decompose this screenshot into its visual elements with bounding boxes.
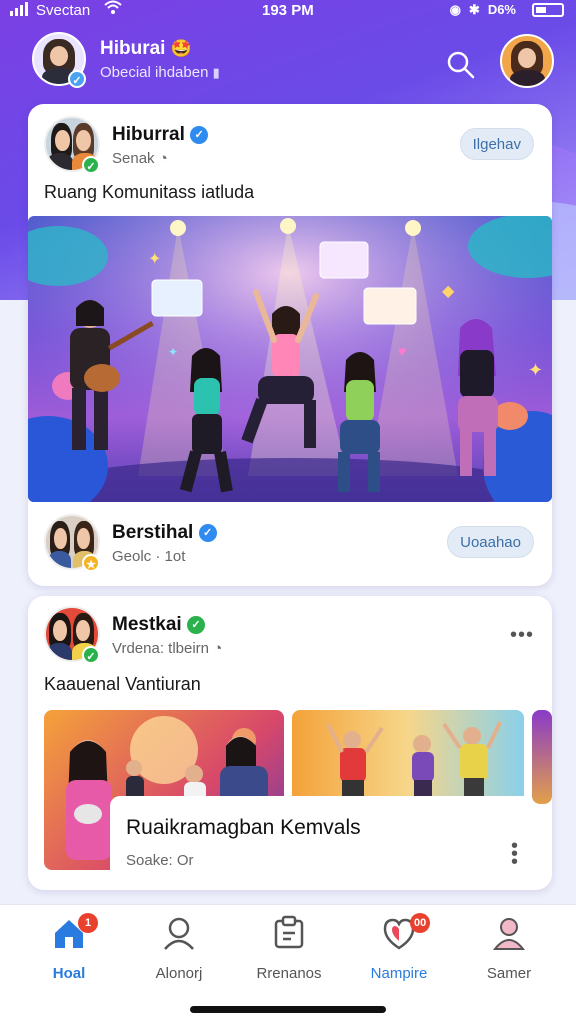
nav-nampire[interactable]: 00 Nampire [344, 913, 454, 985]
verified-icon: ✓ [198, 524, 217, 542]
author-name[interactable]: Hiburral ✓ [112, 124, 209, 146]
caption-box[interactable]: Ruaikramagban Kemvals Soake: Or • • • [110, 796, 530, 880]
search-button[interactable] [446, 50, 476, 80]
home-indicator[interactable] [190, 1006, 386, 1013]
svg-text:✦: ✦ [528, 360, 543, 380]
page-title: Hiburai 🤩 [100, 38, 192, 59]
post-card[interactable]: ✓ Mestkai ✓ Vrdena: tlbeirn ◔ ••• Kaauen… [28, 596, 552, 890]
post-header: ✓ Mestkai ✓ Vrdena: tlbeirn ◔ [44, 606, 534, 666]
bluetooth-icon: ✱ [468, 2, 480, 17]
post-meta: Geolc · 1ot [112, 548, 186, 565]
svg-text:♥: ♥ [398, 343, 406, 359]
nav-label: Rrenanos [256, 965, 322, 982]
svg-text:✦: ✦ [148, 251, 161, 268]
verified-icon: ✓ [82, 646, 100, 664]
svg-text:◆: ◆ [442, 283, 455, 300]
star-face-icon: 🤩 [170, 39, 192, 58]
profile-avatar-button[interactable] [500, 34, 554, 88]
nav-home[interactable]: 1 Hoal [14, 913, 124, 985]
notification-badge: 00 [410, 913, 431, 933]
caption-meta: Soake: Or [126, 852, 194, 869]
app-header: ✓ Hiburai 🤩 Obecial ihdaben ▮ [0, 30, 576, 96]
battery-icon [532, 3, 564, 17]
svg-text:✦: ✦ [168, 345, 178, 359]
nav-samer[interactable]: Samer [454, 915, 564, 985]
post-header: ✓ Hiburral ✓ Senak ◔ Ilgehav [44, 116, 534, 176]
post-meta: Senak ◔ [112, 150, 168, 167]
concert-dance-illustration: ✦ ✦ ◆ ♥ ✦ [28, 216, 552, 502]
status-icons: ◉ ✱ D6% [450, 2, 516, 18]
caption-title: Ruaikramagban Kemvals [126, 816, 361, 839]
verified-icon: ✓ [82, 156, 100, 174]
verified-icon: ✓ [68, 70, 86, 88]
nav-label: Nampire [370, 965, 428, 982]
nav-label: Hoal [52, 965, 86, 982]
nav-rrenanos[interactable]: Rrenanos [234, 915, 344, 985]
more-options-icon[interactable]: ••• [511, 836, 518, 872]
post-card[interactable]: ✓ Hiburral ✓ Senak ◔ Ilgehav Ruang Komun… [28, 104, 552, 586]
star-badge-icon: ★ [82, 554, 100, 572]
nav-label: Alonorj [155, 965, 203, 982]
profile-icon [492, 918, 526, 950]
carrier-name: Svectan [36, 2, 91, 19]
follow-button[interactable]: Ilgehav [459, 128, 534, 160]
post-image[interactable]: ✦ ✦ ◆ ♥ ✦ [28, 216, 552, 502]
post-text: Ruang Komunitass iatluda [44, 182, 255, 202]
post-text: Kaauenal Vantiuran [44, 674, 201, 694]
wifi-icon [104, 0, 122, 19]
verified-icon: ✓ [186, 616, 205, 634]
document-icon [274, 915, 304, 949]
post-footer: ★ Berstihal ✓ Geolc · 1ot Uoaahao [44, 514, 534, 574]
more-options-icon[interactable]: ••• [510, 624, 534, 647]
carousel-image[interactable] [292, 710, 524, 804]
nav-alonorj[interactable]: Alonorj [124, 915, 234, 985]
follow-button[interactable]: Uoaahao [447, 526, 534, 558]
author-name[interactable]: Mestkai ✓ [112, 614, 205, 636]
verified-icon: ✓ [190, 126, 209, 144]
page-subtitle: Obecial ihdaben ▮ [100, 64, 220, 81]
carousel-image[interactable] [532, 710, 552, 804]
clock-icon: ◔ [158, 150, 168, 167]
status-bar: Svectan 193 PM ◉ ✱ D6% [0, 0, 576, 22]
user-icon [164, 917, 194, 950]
nav-label: Samer [486, 965, 532, 982]
signal-icon [10, 2, 28, 16]
location-icon: ◉ [449, 2, 461, 17]
post-meta: Vrdena: tlbeirn ◔ [112, 640, 223, 657]
search-icon [447, 51, 475, 79]
clock-icon: ◔ [213, 640, 223, 657]
battery-percent: D6% [487, 2, 516, 17]
clock: 193 PM [262, 2, 314, 19]
notification-badge: 1 [78, 913, 98, 933]
mic-icon: ▮ [212, 65, 220, 80]
author-name[interactable]: Berstihal ✓ [112, 522, 217, 544]
celebration-illustration [326, 721, 502, 804]
